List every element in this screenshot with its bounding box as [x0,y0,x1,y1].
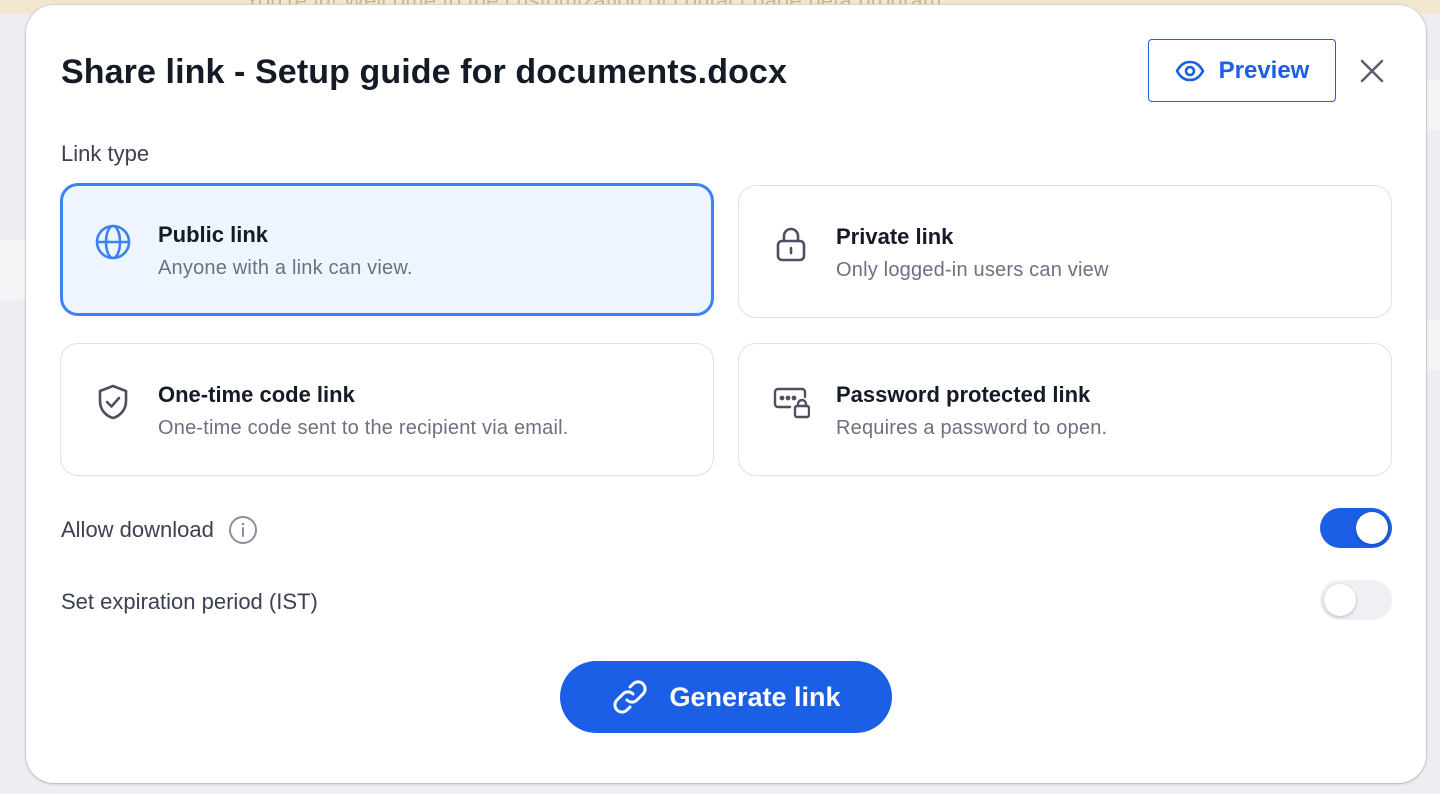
option-title: One-time code link [158,382,355,407]
toggle-knob [1356,512,1388,544]
link-option-one-time-code[interactable]: One-time code link One-time code sent to… [60,343,714,476]
dialog-title: Share link - Setup guide for documents.d… [61,53,787,91]
background-panel [1426,80,1440,130]
option-description: Requires a password to open. [836,417,1108,439]
shield-check-icon [93,382,133,422]
preview-button[interactable]: Preview [1148,39,1336,102]
lock-icon [771,224,811,264]
expiration-row: Set expiration period (IST) [61,589,318,615]
generate-link-button[interactable]: Generate link [560,661,892,733]
globe-icon [93,222,133,262]
eye-icon [1175,60,1205,82]
link-option-password[interactable]: Password protected link Requires a passw… [738,343,1392,476]
background-panel [0,240,26,300]
generate-link-label: Generate link [669,681,841,712]
link-type-label: Link type [61,141,150,166]
link-icon [611,678,649,716]
share-link-dialog: Share link - Setup guide for documents.d… [26,5,1426,783]
background-panel [1426,320,1440,370]
link-option-private[interactable]: Private link Only logged-in users can vi… [738,185,1392,318]
allow-download-toggle[interactable] [1320,508,1392,548]
option-description: Anyone with a link can view. [158,257,413,279]
option-description: One-time code sent to the recipient via … [158,417,569,439]
allow-download-label: Allow download [61,517,214,542]
password-lock-icon [771,382,811,422]
option-title: Private link [836,224,954,249]
option-title: Password protected link [836,382,1091,407]
option-title: Public link [158,222,269,247]
close-icon [1359,58,1385,84]
option-description: Only logged-in users can view [836,259,1109,281]
link-option-public[interactable]: Public link Anyone with a link can view. [60,183,714,316]
expiration-label: Set expiration period (IST) [61,589,318,614]
toggle-knob [1324,584,1356,616]
expiration-toggle[interactable] [1320,580,1392,620]
info-icon[interactable] [228,515,258,545]
allow-download-row: Allow download [61,515,258,545]
preview-label: Preview [1218,56,1310,84]
close-button[interactable] [1356,55,1388,87]
